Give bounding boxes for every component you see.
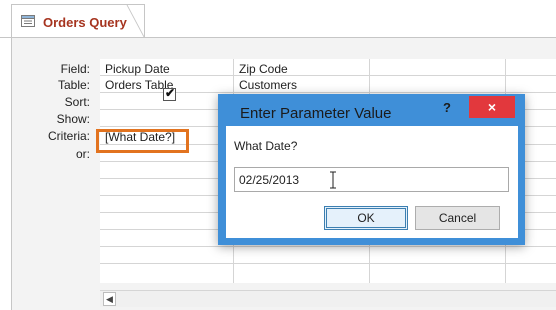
- cancel-button[interactable]: Cancel: [415, 206, 500, 230]
- help-icon[interactable]: ?: [443, 100, 451, 115]
- close-button[interactable]: ×: [469, 96, 515, 118]
- ok-button[interactable]: OK: [324, 206, 408, 230]
- row-label-show: Show:: [56, 112, 90, 126]
- dialog-title: Enter Parameter Value: [240, 105, 392, 122]
- parameter-prompt: What Date?: [234, 139, 298, 153]
- parameter-input[interactable]: [234, 167, 509, 192]
- row-label-criteria: Criteria:: [47, 129, 90, 143]
- cell-table-2[interactable]: Customers: [239, 78, 297, 92]
- row-label-or: or:: [75, 147, 90, 161]
- cell-field-1[interactable]: Pickup Date: [105, 62, 170, 76]
- row-label-table: Table:: [57, 78, 90, 92]
- text-cursor-icon: [330, 171, 336, 189]
- checkmark-icon: ✔: [165, 86, 176, 100]
- tab-orders-query[interactable]: Orders Query: [11, 4, 145, 38]
- tab-label: Orders Query: [43, 15, 127, 30]
- row-label-sort: Sort:: [64, 95, 90, 109]
- show-checkbox-1[interactable]: ✔: [163, 86, 176, 101]
- grid-rule: [100, 263, 556, 264]
- document-tab-bar: Orders Query: [0, 0, 556, 44]
- row-label-field: Field:: [60, 62, 90, 76]
- scroll-left-icon[interactable]: ◀: [103, 292, 116, 306]
- horizontal-scrollbar[interactable]: ◀: [100, 290, 556, 307]
- criteria-highlight: [96, 129, 189, 153]
- cell-field-2[interactable]: Zip Code: [239, 62, 288, 76]
- dialog-body: What Date? OK Cancel: [226, 126, 518, 238]
- enter-parameter-dialog: Enter Parameter Value ? × What Date? OK …: [218, 94, 525, 245]
- query-icon: [21, 15, 35, 27]
- grid-rule: [100, 246, 556, 247]
